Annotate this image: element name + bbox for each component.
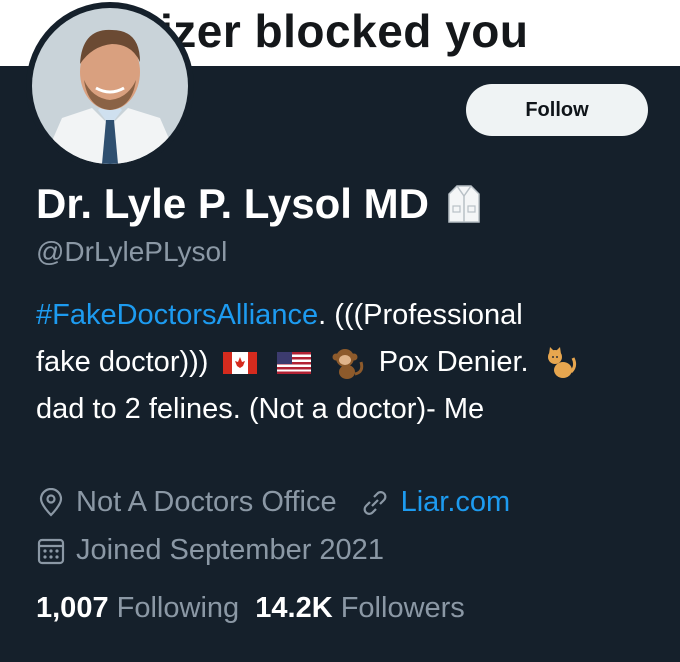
profile-follow-counts: 1,007 Following 14.2K Followers	[36, 592, 465, 625]
cat-icon	[547, 347, 576, 379]
profile-location: Not A Doctors Office	[76, 486, 337, 518]
profile-display-name-row: Dr. Lyle P. Lysol MD	[36, 180, 481, 228]
bio-line2-text: fake doctor)))	[36, 346, 209, 378]
profile-website-link[interactable]: Liar.com	[401, 486, 511, 519]
blocked-banner-text: izer blocked you	[160, 5, 529, 57]
lab-coat-icon	[448, 185, 480, 223]
profile-meta-row-1: Not A Doctors Office Liar.com	[36, 486, 510, 519]
calendar-icon	[37, 538, 65, 564]
followers-link[interactable]: 14.2K Followers	[255, 592, 465, 624]
bio-line-3: dad to 2 felines. (Not a doctor)- Me	[36, 393, 485, 425]
profile-meta-row-2: Joined September 2021	[36, 534, 384, 567]
us-flag-icon	[276, 352, 311, 375]
link-icon	[363, 490, 387, 515]
bio-line-2: fake doctor))) Pox Denier.	[36, 339, 661, 386]
avatar[interactable]	[26, 2, 194, 170]
profile-handle: @DrLylePLysol	[36, 236, 228, 267]
profile-joined-date: Joined September 2021	[76, 534, 384, 566]
bio-line-1: #FakeDoctorsAlliance. (((Professional	[36, 292, 661, 339]
profile-bio: #FakeDoctorsAlliance. (((Professional fa…	[36, 292, 661, 433]
followers-count: 14.2K	[255, 592, 333, 624]
monkey-icon	[332, 349, 363, 380]
avatar-photo	[32, 8, 188, 164]
bio-line1-text: . (((Professional	[318, 299, 523, 331]
canada-flag-icon	[222, 352, 257, 375]
location-pin-icon	[39, 487, 63, 517]
display-name: Dr. Lyle P. Lysol MD	[36, 180, 429, 227]
following-label: Following	[116, 592, 240, 624]
following-count: 1,007	[36, 592, 109, 624]
bio-line2-text-b: Pox Denier.	[378, 346, 529, 378]
bio-hashtag-link[interactable]: #FakeDoctorsAlliance	[36, 299, 318, 331]
following-link[interactable]: 1,007 Following	[36, 592, 239, 624]
follow-button[interactable]: Follow	[466, 84, 648, 136]
followers-label: Followers	[340, 592, 465, 624]
